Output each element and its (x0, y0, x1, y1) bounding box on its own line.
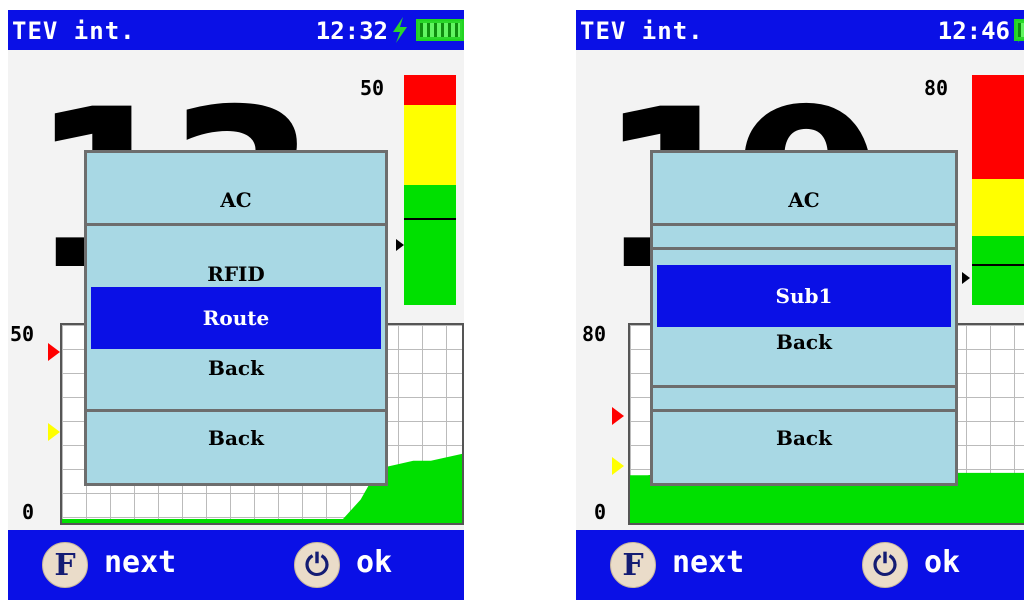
power-key-icon[interactable]: ⏻ (862, 542, 908, 588)
level-meter (404, 75, 456, 305)
status-bar: TEV int. 12:32 (8, 10, 464, 50)
menu-item-back[interactable]: Back (87, 353, 385, 383)
warning-threshold-icon (612, 457, 624, 475)
next-label: next (104, 545, 177, 580)
graph-y-max: 80 (582, 322, 607, 346)
ok-softkey[interactable]: ⏻ ok (294, 542, 434, 590)
menu-item-route[interactable]: Route (91, 287, 381, 349)
graph-y-min: 0 (594, 500, 607, 524)
popup-menu: AC RFID Route Back Back (84, 150, 388, 486)
softkey-bar: F next ⏻ ok (576, 530, 1024, 600)
power-key-icon[interactable]: ⏻ (294, 542, 340, 588)
alarm-threshold-icon (612, 407, 624, 425)
menu-item-rfid[interactable]: RFID (87, 259, 385, 289)
device-screen-left: TEV int. 12:32 13 50 50 0 AC RFID Route … (8, 10, 464, 600)
level-scale-max: 50 (360, 76, 385, 100)
softkey-bar: F next ⏻ ok (8, 530, 464, 600)
menu-divider (653, 223, 955, 226)
graph-y-max: 50 (10, 322, 35, 346)
meter-level-line (972, 263, 1024, 266)
ok-label: ok (356, 545, 393, 580)
menu-item-back[interactable]: Back (653, 327, 955, 357)
menu-item-sub1[interactable]: Sub1 (657, 265, 951, 327)
ok-label: ok (924, 545, 961, 580)
clock: 12:46 (937, 17, 1010, 45)
meter-yellow-zone (404, 104, 456, 186)
menu-divider (653, 409, 955, 412)
battery-icon (1014, 19, 1024, 41)
charging-bolt-icon (393, 17, 407, 43)
meter-level-line (404, 217, 456, 220)
battery-icon (416, 19, 464, 41)
status-bar: TEV int. 12:46 (576, 10, 1024, 50)
menu-header: AC (788, 188, 820, 212)
meter-red-zone (972, 75, 1024, 179)
menu-divider (87, 409, 385, 412)
popup-menu: AC Sub1 Back Back (650, 150, 958, 486)
f-key-icon[interactable]: F (42, 542, 88, 588)
f-key-icon[interactable]: F (610, 542, 656, 588)
warning-threshold-icon (48, 423, 60, 441)
menu-footer-back[interactable]: Back (87, 423, 385, 453)
next-softkey[interactable]: F next (610, 542, 790, 590)
level-scale-max: 80 (924, 76, 949, 100)
menu-divider (653, 247, 955, 250)
mode-title: TEV int. (580, 17, 704, 45)
meter-pointer-icon (962, 272, 970, 284)
next-label: next (672, 545, 745, 580)
level-meter (972, 75, 1024, 305)
menu-divider (87, 223, 385, 226)
meter-pointer-icon (396, 239, 404, 251)
clock: 12:32 (315, 17, 388, 45)
menu-header: AC (220, 188, 252, 212)
next-softkey[interactable]: F next (42, 542, 222, 590)
device-screen-right: TEV int. 12:46 19 80 80 0 AC Sub1 Back B… (576, 10, 1024, 600)
graph-y-min: 0 (22, 500, 35, 524)
menu-divider (653, 385, 955, 388)
menu-footer-back[interactable]: Back (653, 423, 955, 453)
mode-title: TEV int. (12, 17, 136, 45)
meter-red-zone (404, 75, 456, 105)
alarm-threshold-icon (48, 343, 60, 361)
ok-softkey[interactable]: ⏻ ok (862, 542, 1002, 590)
meter-yellow-zone (972, 178, 1024, 236)
